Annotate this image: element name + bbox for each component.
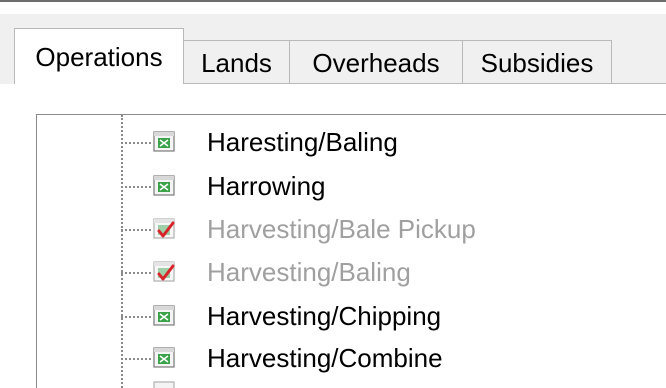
- tab-label: Overheads: [312, 47, 440, 78]
- tab-operations[interactable]: Operations: [14, 28, 184, 85]
- tree-branch-line: [121, 142, 151, 144]
- tree-branch-line: [121, 186, 151, 188]
- tab-label: Lands: [201, 47, 272, 78]
- tab-label: Subsidies: [480, 47, 594, 78]
- tree-item-partial[interactable]: [121, 380, 661, 388]
- tree-item-label: Harvesting/Chipping: [207, 301, 442, 331]
- operation-checked-icon: [153, 218, 175, 239]
- tab-overheads[interactable]: Overheads: [289, 40, 463, 84]
- tree-item-label: Harvesting/Bale Pickup: [207, 214, 476, 244]
- operation-icon: [153, 381, 175, 388]
- tree-item[interactable]: Harvesting/Baling: [121, 252, 661, 292]
- operation-icon: [153, 305, 175, 326]
- tree-item[interactable]: Haresting/Baling: [121, 122, 661, 162]
- operation-icon: [153, 175, 175, 196]
- tree-item[interactable]: Harvesting/Combine: [121, 338, 661, 378]
- tree-branch-line: [121, 316, 151, 318]
- operation-checked-icon: [153, 261, 175, 282]
- tab-lands[interactable]: Lands: [183, 40, 290, 84]
- tree-item[interactable]: Harvesting/Bale Pickup: [121, 209, 661, 249]
- tree-item[interactable]: Harvesting/Chipping: [121, 296, 661, 336]
- tree-branch-line: [121, 358, 151, 360]
- operation-icon: [153, 347, 175, 368]
- tree-item-label: Harvesting/Baling: [207, 257, 411, 287]
- tree-item-label: Harvesting/Combine: [207, 343, 443, 373]
- window-top-edge: [0, 0, 666, 14]
- tab-subsidies[interactable]: Subsidies: [462, 40, 612, 84]
- tree-item-label: Haresting/Baling: [207, 127, 398, 157]
- tab-strip: Operations Lands Overheads Subsidies: [0, 14, 666, 85]
- tree-branch-line: [121, 272, 151, 274]
- tree-item-label: Harrowing: [207, 171, 326, 201]
- tree-branch-line: [121, 229, 151, 231]
- tab-label: Operations: [35, 41, 163, 72]
- operation-icon: [153, 131, 175, 152]
- tree-item[interactable]: Harrowing: [121, 166, 661, 206]
